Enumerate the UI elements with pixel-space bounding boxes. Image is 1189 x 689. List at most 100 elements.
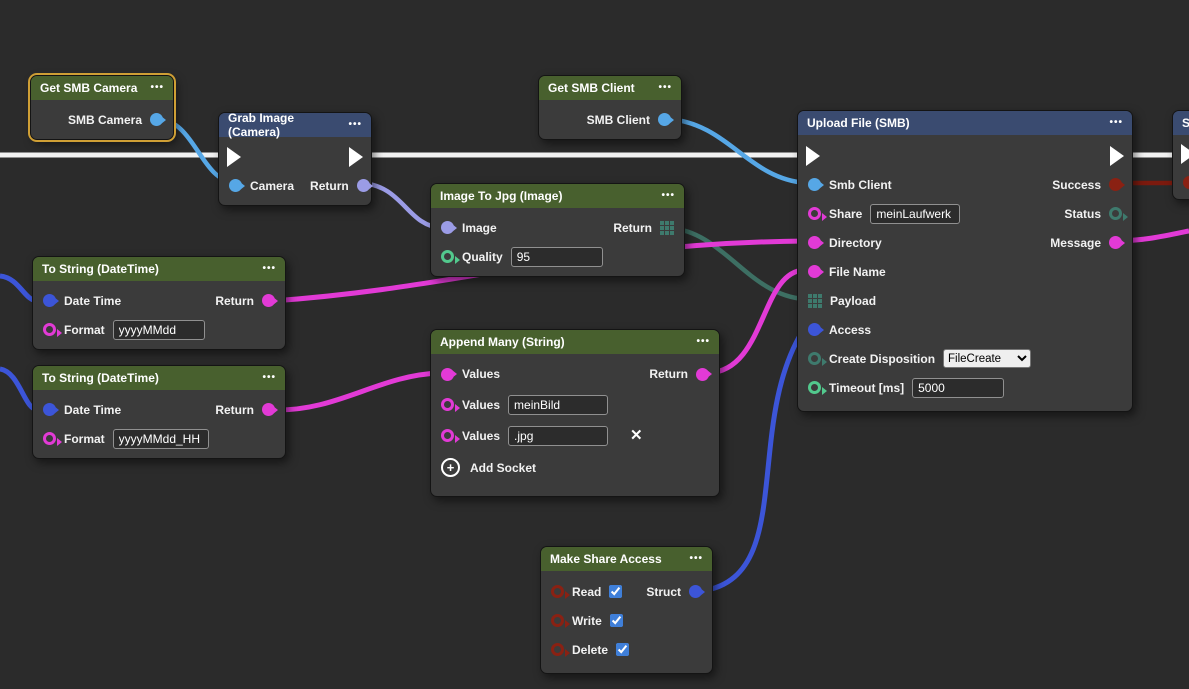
values-input-3[interactable] (508, 426, 608, 446)
menu-icon[interactable]: ••• (689, 554, 703, 564)
wire-smbclient-to-upload[interactable] (668, 119, 806, 183)
node-title: Grab Image (Camera) (228, 111, 348, 139)
menu-icon[interactable]: ••• (150, 83, 164, 93)
exec-out-pin[interactable] (1110, 146, 1124, 166)
input-pin-format[interactable] (43, 432, 56, 445)
output-pin-return[interactable] (696, 368, 709, 381)
grid-icon[interactable] (808, 294, 822, 308)
output-pin-return[interactable] (262, 294, 275, 307)
access-label: Access (829, 323, 871, 337)
node-title: Get SMB Camera (40, 81, 137, 95)
format-input[interactable] (113, 429, 209, 449)
values-label: Values (462, 398, 500, 412)
node-to-string-bottom[interactable]: To String (DateTime) ••• Date Time Retur… (32, 365, 286, 459)
node-get-smb-client[interactable]: Get SMB Client ••• SMB Client (538, 75, 682, 140)
node-header[interactable]: Make Share Access ••• (541, 547, 712, 571)
output-pin-return[interactable] (262, 403, 275, 416)
node-make-share-access[interactable]: Make Share Access ••• Read Struct Write … (540, 546, 713, 674)
input-pin-date-time[interactable] (43, 403, 56, 416)
node-header[interactable]: S (1173, 111, 1189, 135)
node-title: Make Share Access (550, 552, 662, 566)
write-checkbox[interactable] (610, 614, 623, 627)
input-pin-access[interactable] (808, 323, 821, 336)
quality-label: Quality (462, 250, 503, 264)
input-pin-create-disposition[interactable] (808, 352, 821, 365)
node-append-many[interactable]: Append Many (String) ••• Values Return V… (430, 329, 720, 497)
wire-jpgreturn-to-payload[interactable] (670, 228, 804, 299)
message-label: Message (1050, 236, 1101, 250)
node-to-string-top[interactable]: To String (DateTime) ••• Date Time Retur… (32, 256, 286, 350)
input-pin-format[interactable] (43, 323, 56, 336)
exec-in-pin[interactable] (227, 147, 241, 167)
input-pin-quality[interactable] (441, 250, 454, 263)
menu-icon[interactable]: ••• (696, 337, 710, 347)
read-label: Read (572, 585, 601, 599)
input-pin-values-2[interactable] (441, 398, 454, 411)
input-pin-share[interactable] (808, 207, 821, 220)
output-label: Return (215, 294, 254, 308)
node-editor-canvas[interactable]: Get SMB Camera ••• SMB Camera Grab Image… (0, 0, 1189, 689)
output-pin-status[interactable] (1109, 207, 1122, 220)
node-header[interactable]: Get SMB Client ••• (539, 76, 681, 100)
node-image-to-jpg[interactable]: Image To Jpg (Image) ••• Image Return Qu… (430, 183, 685, 277)
format-label: Format (64, 323, 105, 337)
input-pin-image[interactable] (441, 221, 454, 234)
input-pin-smb-client[interactable] (808, 178, 821, 191)
input-pin-directory[interactable] (808, 236, 821, 249)
share-input[interactable] (870, 204, 960, 224)
wire-tostring2-to-values[interactable] (272, 373, 440, 410)
node-header[interactable]: To String (DateTime) ••• (33, 257, 285, 281)
input-pin-write[interactable] (551, 614, 564, 627)
input-pin-timeout[interactable] (808, 381, 821, 394)
read-checkbox[interactable] (609, 585, 622, 598)
node-header[interactable]: To String (DateTime) ••• (33, 366, 285, 390)
input-pin-date-time[interactable] (43, 294, 56, 307)
input-pin-file-name[interactable] (808, 265, 821, 278)
input-pin-camera[interactable] (229, 179, 242, 192)
menu-icon[interactable]: ••• (661, 191, 675, 201)
menu-icon[interactable]: ••• (262, 373, 276, 383)
input-label: Camera (250, 179, 294, 193)
grid-icon[interactable] (660, 221, 674, 235)
node-grab-image[interactable]: Grab Image (Camera) ••• Camera Return (218, 112, 372, 206)
output-pin-success[interactable] (1109, 178, 1122, 191)
node-upload-file[interactable]: Upload File (SMB) ••• Smb Client Success… (797, 110, 1133, 412)
output-pin-message[interactable] (1109, 236, 1122, 249)
node-title: Image To Jpg (Image) (440, 189, 562, 203)
node-get-smb-camera[interactable]: Get SMB Camera ••• SMB Camera (30, 75, 174, 140)
input-pin-values-1[interactable] (441, 368, 454, 381)
node-header[interactable]: Upload File (SMB) ••• (798, 111, 1132, 135)
output-pin-struct[interactable] (689, 585, 702, 598)
output-pin-smb-client[interactable] (658, 113, 671, 126)
input-pin-delete[interactable] (551, 643, 564, 656)
exec-out-pin[interactable] (349, 147, 363, 167)
write-label: Write (572, 614, 602, 628)
exec-in-pin[interactable] (1181, 144, 1189, 164)
output-pin-smb-camera[interactable] (150, 113, 163, 126)
input-pin[interactable] (1183, 176, 1189, 189)
menu-icon[interactable]: ••• (262, 264, 276, 274)
format-input[interactable] (113, 320, 205, 340)
values-input-2[interactable] (508, 395, 608, 415)
remove-socket-icon[interactable]: ✕ (630, 428, 643, 443)
exec-in-pin[interactable] (806, 146, 820, 166)
quality-input[interactable] (511, 247, 603, 267)
add-socket-button[interactable]: + Add Socket (431, 451, 719, 484)
output-pin-return[interactable] (357, 179, 370, 192)
input-pin-read[interactable] (551, 585, 564, 598)
node-title: Append Many (String) (440, 335, 565, 349)
node-header[interactable]: Append Many (String) ••• (431, 330, 719, 354)
menu-icon[interactable]: ••• (1109, 118, 1123, 128)
node-partial-right[interactable]: S (1172, 110, 1189, 200)
menu-icon[interactable]: ••• (658, 83, 672, 93)
timeout-input[interactable] (912, 378, 1004, 398)
menu-icon[interactable]: ••• (348, 120, 362, 130)
values-label: Values (462, 429, 500, 443)
node-header[interactable]: Get SMB Camera ••• (31, 76, 173, 100)
input-pin-values-3[interactable] (441, 429, 454, 442)
delete-checkbox[interactable] (616, 643, 629, 656)
add-socket-icon: + (441, 458, 460, 477)
node-header[interactable]: Image To Jpg (Image) ••• (431, 184, 684, 208)
create-disposition-select[interactable]: FileCreate (943, 349, 1031, 368)
node-header[interactable]: Grab Image (Camera) ••• (219, 113, 371, 137)
